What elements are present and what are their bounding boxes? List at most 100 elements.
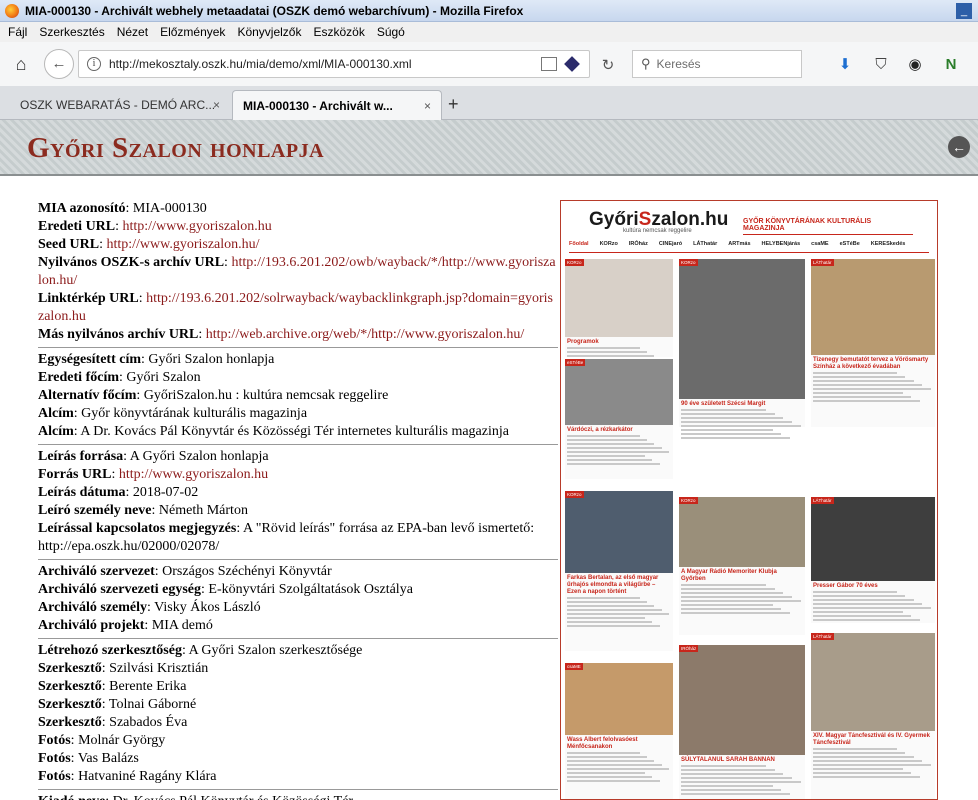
site-article-card[interactable]: csaME Wass Albert felolvasóest Ménfőcsana…: [565, 663, 673, 799]
site-article-card[interactable]: eSTéBe Várdóczi, a rézkarkátor: [565, 359, 673, 479]
site-menu-item[interactable]: eSTéBe: [840, 241, 860, 252]
reader-view-icon[interactable]: [541, 57, 557, 71]
new-tab-button[interactable]: +: [448, 94, 459, 115]
tab-mia-000130[interactable]: MIA-000130 - Archivált w... ×: [232, 90, 442, 120]
metadata-row: Archiváló személy: Visky Ákos László: [38, 600, 261, 615]
article-image: IRÓház: [679, 645, 805, 755]
site-menu-item[interactable]: KERESkedés: [871, 241, 906, 252]
metadata-label: Eredeti főcím: [38, 370, 119, 385]
article-badge: KORzo: [565, 259, 584, 266]
site-article-card[interactable]: LÁThatár Tizenegy bemutatót tervez a Vörö…: [811, 259, 935, 427]
site-menu-item[interactable]: ARTmás: [728, 241, 750, 252]
pocket-icon[interactable]: [564, 56, 580, 72]
article-title[interactable]: A Magyar Rádió Memoriter Klubja Győrben: [681, 569, 803, 583]
site-menu-item[interactable]: IRÓház: [629, 241, 648, 252]
menu-edit[interactable]: Szerkesztés: [39, 25, 104, 39]
metadata-value: Győri Szalon: [126, 370, 201, 385]
article-text: [681, 409, 803, 439]
site-article-card[interactable]: LÁThatár Presser Gábor 70 éves: [811, 497, 935, 623]
menu-tools[interactable]: Eszközök: [313, 25, 364, 39]
article-title[interactable]: Presser Gábor 70 éves: [813, 583, 933, 590]
site-article-card[interactable]: KORzo A Magyar Rádió Memoriter Klubja Győ…: [679, 497, 805, 635]
article-badge: csaME: [565, 663, 583, 670]
metadata-row: Fotós: Molnár György: [38, 733, 166, 748]
article-title[interactable]: Wass Albert felolvasóest Ménfőcsanakon: [567, 737, 671, 751]
metadata-link[interactable]: http://www.gyoriszalon.hu/: [106, 237, 259, 252]
metadata-label: Egységesített cím: [38, 352, 142, 367]
metadata-value: Dr. Kovács Pál Könyvtár és Közösségi Tér: [113, 794, 353, 800]
metadata-row: Alternatív főcím: GyőriSzalon.hu : kultú…: [38, 388, 389, 403]
site-info-icon[interactable]: i: [87, 57, 101, 71]
site-menu-item[interactable]: KORzo: [600, 241, 618, 252]
extension-icon[interactable]: ◉: [906, 56, 924, 74]
site-article-card[interactable]: IRÓház SÚLYTALANUL SARAH BANNAN: [679, 645, 805, 799]
download-icon[interactable]: ⬇: [836, 56, 854, 74]
site-menu-item[interactable]: HELYBENjárás: [762, 241, 801, 252]
url-text[interactable]: http://mekosztaly.oszk.hu/mia/demo/xml/M…: [109, 57, 412, 71]
metadata-list: MIA azonosító: MIA-000130 Eredeti URL: ht…: [38, 200, 558, 800]
article-title[interactable]: Farkas Bertalan, az első magyar űrhajós …: [567, 575, 671, 596]
metadata-value: GyőriSzalon.hu : kultúra nemcsak reggeli…: [143, 388, 389, 403]
window-title: MIA-000130 - Archivált webhely metaadata…: [25, 3, 524, 18]
site-menu-item[interactable]: LÁThatár: [693, 241, 717, 252]
metadata-row: Szerkesztő: Tolnai Gáborné: [38, 697, 197, 712]
article-title[interactable]: XIV. Magyar Táncfesztivál és IV. Gyermek…: [813, 733, 933, 747]
metadata-link[interactable]: http://web.archive.org/web/*/http://www.…: [206, 327, 524, 342]
article-text: [567, 435, 671, 465]
search-input[interactable]: ⚲ Keresés: [632, 50, 802, 78]
metadata-value: Országos Széchényi Könyvtár: [162, 564, 332, 579]
menu-help[interactable]: Súgó: [377, 25, 405, 39]
tab-close-icon[interactable]: ×: [424, 99, 431, 113]
article-title[interactable]: SÚLYTALANUL SARAH BANNAN: [681, 757, 803, 764]
site-article-card[interactable]: KORzo 90 éve született Szécsi Margit: [679, 259, 805, 439]
metadata-label: Szerkesztő: [38, 697, 102, 712]
article-title[interactable]: Várdóczi, a rézkarkátor: [567, 427, 671, 434]
tab-oszk-webaratas[interactable]: OSZK WEBARATÁS - DEMÓ ARC... ×: [10, 90, 230, 120]
menu-history[interactable]: Előzmények: [160, 25, 225, 39]
site-menu-item[interactable]: Főoldal: [569, 241, 589, 252]
metadata-group: Leírás forrása: A Győri Szalon honlapja F…: [38, 444, 558, 556]
search-icon: ⚲: [641, 56, 651, 71]
menu-bookmarks[interactable]: Könyvjelzők: [237, 25, 301, 39]
metadata-row: MIA azonosító: MIA-000130: [38, 201, 207, 216]
site-article-card[interactable]: LÁThatár XIV. Magyar Táncfesztivál és IV.…: [811, 633, 935, 799]
addon-n-icon[interactable]: N: [942, 56, 960, 74]
metadata-link[interactable]: http://www.gyoriszalon.hu: [123, 219, 272, 234]
site-menu-item[interactable]: csaME: [811, 241, 828, 252]
tab-close-icon[interactable]: ×: [213, 98, 220, 112]
metadata-row: Szerkesztő: Berente Erika: [38, 679, 187, 694]
menu-view[interactable]: Nézet: [117, 25, 148, 39]
metadata-value: Vas Balázs: [77, 751, 139, 766]
article-badge: KORzo: [679, 497, 698, 504]
article-text: [813, 591, 933, 621]
metadata-group: Egységesített cím: Győri Szalon honlapja…: [38, 347, 558, 441]
site-tagline: GYŐR KÖNYVTÁRÁNAK KULTURÁLIS MAGAZINJA: [743, 218, 913, 235]
metadata-row: Forrás URL: http://www.gyoriszalon.hu: [38, 467, 269, 482]
site-article-card[interactable]: KORzo Programok: [565, 259, 673, 377]
back-button[interactable]: ←: [44, 49, 74, 79]
metadata-row: Leírás forrása: A Győri Szalon honlapja: [38, 449, 269, 464]
metadata-group: Létrehozó szerkesztőség: A Győri Szalon …: [38, 638, 558, 786]
minimize-button[interactable]: _: [956, 3, 972, 19]
page-header: Győri Szalon honlapja ←: [0, 120, 978, 176]
pocket-toolbar-icon[interactable]: ⛉: [872, 56, 890, 74]
site-article-card[interactable]: KORzo Farkas Bertalan, az első magyar űrh…: [565, 491, 673, 651]
menu-file[interactable]: Fájl: [8, 25, 27, 39]
metadata-link[interactable]: http://www.gyoriszalon.hu: [119, 467, 268, 482]
site-menu-item[interactable]: CINEjaró: [659, 241, 682, 252]
metadata-row: Más nyilvános archív URL: http://web.arc…: [38, 327, 525, 342]
metadata-row: Eredeti URL: http://www.gyoriszalon.hu: [38, 219, 272, 234]
article-title[interactable]: Programok: [567, 339, 671, 346]
page-title: Győri Szalon honlapja: [27, 132, 325, 164]
back-arrow-icon[interactable]: ←: [948, 136, 970, 158]
search-placeholder: Keresés: [656, 57, 701, 71]
navigation-toolbar: ⌂ ← i http://mekosztaly.oszk.hu/mia/demo…: [0, 42, 978, 86]
article-image: LÁThatár: [811, 633, 935, 731]
article-title[interactable]: Tizenegy bemutatót tervez a Vörösmarty S…: [813, 357, 933, 371]
home-icon[interactable]: ⌂: [10, 53, 32, 75]
url-bar[interactable]: i http://mekosztaly.oszk.hu/mia/demo/xml…: [78, 50, 590, 78]
reload-icon[interactable]: ↻: [598, 56, 618, 76]
site-thumbnail[interactable]: GyőriSzalon.hu kultúra nemcsak reggelire…: [560, 200, 938, 800]
metadata-value: MIA demó: [151, 618, 213, 633]
article-title[interactable]: 90 éve született Szécsi Margit: [681, 401, 803, 408]
